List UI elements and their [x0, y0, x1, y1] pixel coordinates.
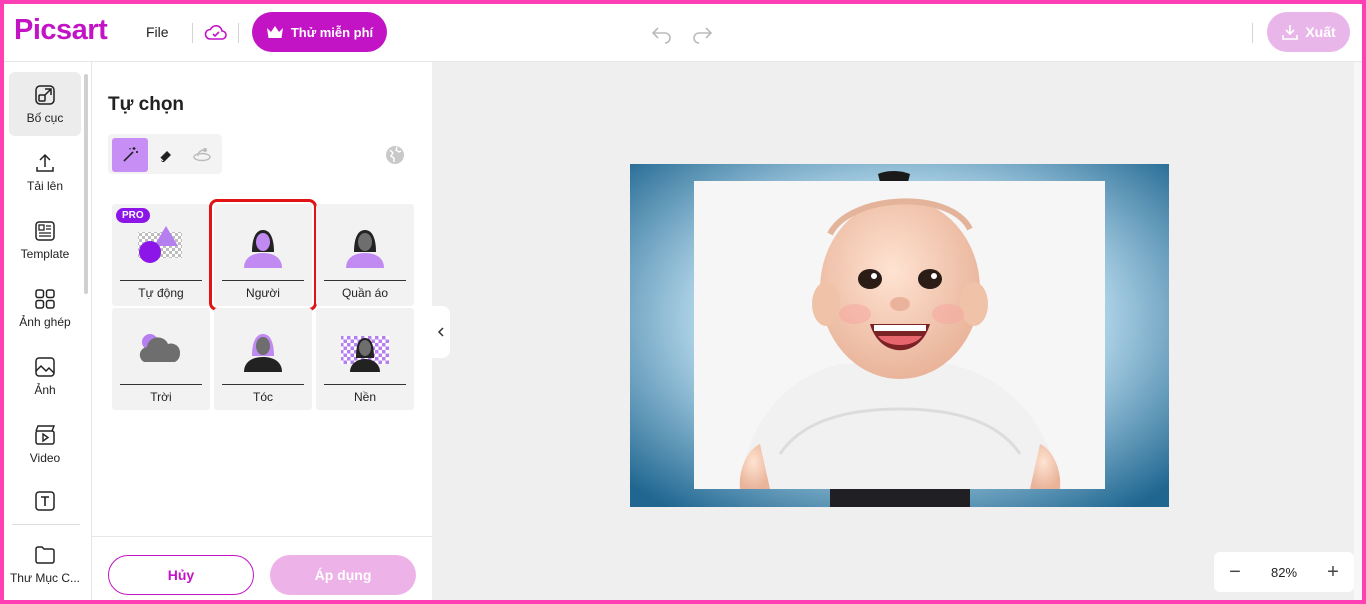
zoom-in-button[interactable]: + [1324, 561, 1342, 584]
rail-item-upload[interactable]: Tải lên [9, 140, 81, 204]
magic-wand-icon [123, 147, 138, 162]
canvas-scrollbar[interactable] [1354, 62, 1362, 600]
rail-scrollbar[interactable] [84, 74, 88, 294]
rail-item-text[interactable] [9, 474, 81, 528]
rail-item-label: Thư Mục C... [9, 571, 81, 585]
hair-icon [244, 334, 282, 372]
option-label: Tóc [252, 390, 273, 404]
select-panel: Tự chọn Tự động PRO Người Quần áo Trời T… [92, 62, 432, 600]
option-sky[interactable]: Trời [112, 308, 210, 410]
option-label: Nền [353, 390, 376, 404]
panel-footer: Hủy Áp dụng [92, 536, 432, 600]
rail-item-folder[interactable]: Thư Mục C... [9, 532, 81, 596]
divider [238, 23, 239, 43]
rail-item-label: Ảnh [34, 383, 56, 397]
canvas-area[interactable] [432, 62, 1362, 600]
collage-icon [35, 289, 55, 309]
option-auto[interactable]: Tự động PRO [112, 204, 210, 306]
rail-item-label: Ảnh ghép [19, 315, 71, 329]
person-icon [244, 230, 282, 268]
folder-icon [35, 546, 55, 564]
app-frame: Picsart File Thử miễn phí Xuất Bố cục Tả… [4, 4, 1362, 600]
rail-item-photo[interactable]: Ảnh [9, 344, 81, 408]
export-label: Xuất [1305, 24, 1336, 40]
pro-badge: PRO [116, 208, 150, 223]
layout-icon [35, 85, 55, 105]
top-bar: Picsart File Thử miễn phí Xuất [4, 4, 1362, 62]
restore-brush-icon [193, 148, 211, 162]
option-hair[interactable]: Tóc [214, 308, 312, 410]
sky-icon [139, 334, 181, 362]
rail-item-label: Template [20, 247, 70, 261]
export-button[interactable]: Xuất [1267, 12, 1350, 52]
rail-item-template[interactable]: Template [9, 208, 81, 272]
chevron-left-icon [437, 327, 444, 337]
rail-item-layout[interactable]: Bố cục [9, 72, 81, 136]
text-icon [35, 491, 55, 511]
collapse-panel-button[interactable] [432, 306, 450, 358]
rail-item-collage[interactable]: Ảnh ghép [9, 276, 81, 340]
option-label: Người [246, 286, 280, 300]
auto-select-icon [138, 226, 182, 263]
video-icon [35, 425, 56, 445]
option-label: Quần áo [341, 286, 389, 300]
rail-divider [12, 524, 80, 525]
globe-icon[interactable] [382, 142, 408, 168]
label-underline [324, 280, 406, 281]
left-rail: Bố cục Tải lên Template Ảnh ghép Ảnh Vid… [4, 62, 92, 600]
rail-item-label: Tải lên [26, 179, 64, 193]
label-underline [120, 384, 202, 385]
label-underline [324, 384, 406, 385]
photo-icon [35, 357, 55, 377]
baby-photo[interactable] [630, 164, 1169, 507]
zoom-level: 82% [1270, 564, 1298, 580]
option-person[interactable]: Người [209, 199, 317, 311]
option-background[interactable]: Nền [316, 308, 414, 410]
download-icon [1282, 25, 1299, 40]
eraser-icon [159, 151, 171, 162]
undo-icon[interactable] [650, 22, 674, 44]
restore-tool[interactable] [184, 138, 220, 172]
rail-item-video[interactable]: Video [9, 412, 81, 476]
option-label: Trời [150, 390, 172, 404]
upload-icon [36, 153, 54, 172]
option-label: Tự động [138, 286, 184, 300]
divider [1252, 23, 1253, 43]
zoom-out-button[interactable]: − [1226, 561, 1244, 584]
rail-item-label: Bố cục [26, 111, 64, 125]
panel-title: Tự chọn [108, 94, 185, 115]
cancel-button[interactable]: Hủy [108, 555, 254, 595]
label-underline [120, 280, 202, 281]
crown-icon [266, 26, 283, 38]
option-clothes[interactable]: Quần áo [316, 204, 414, 306]
magic-wand-tool[interactable] [112, 138, 148, 172]
label-underline [222, 384, 304, 385]
try-free-label: Thử miễn phí [290, 24, 374, 40]
rail-item-label: Video [29, 451, 61, 465]
eraser-tool[interactable] [148, 138, 184, 172]
picsart-logo[interactable]: Picsart [14, 14, 108, 47]
file-menu[interactable]: File [146, 24, 169, 40]
divider [192, 23, 193, 43]
try-free-button[interactable]: Thử miễn phí [252, 12, 387, 52]
background-icon [341, 336, 389, 372]
selection-tools [108, 134, 222, 174]
apply-button[interactable]: Áp dụng [270, 555, 416, 595]
label-underline [222, 280, 304, 281]
template-icon [35, 221, 55, 241]
zoom-control: − 82% + [1214, 552, 1354, 592]
cloud-saved-icon[interactable] [204, 22, 228, 44]
redo-icon[interactable] [690, 22, 714, 44]
clothes-icon [346, 230, 384, 268]
